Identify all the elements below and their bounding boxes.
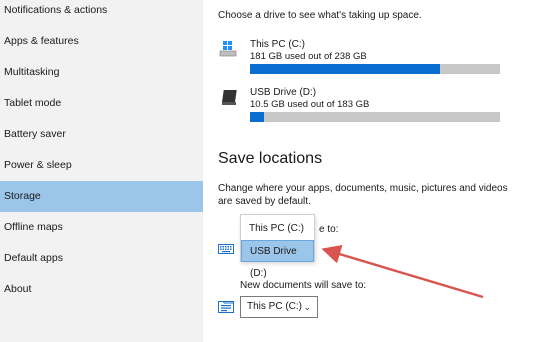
annotation-arrow bbox=[321, 244, 484, 299]
